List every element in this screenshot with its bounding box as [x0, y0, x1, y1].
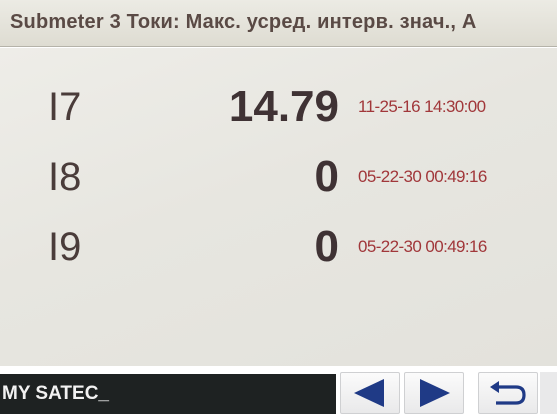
bezel-edge — [540, 372, 557, 414]
page-title: Submeter 3 Токи: Макс. усред. интерв. зн… — [10, 11, 477, 33]
triangle-left-icon — [354, 379, 384, 407]
device-name: MY SATEC_ — [2, 383, 109, 404]
reading-row-i8: I8 0 05-22-30 00:49:16 — [0, 148, 557, 208]
title-bar: Submeter 3 Токи: Макс. усред. интерв. зн… — [0, 0, 557, 47]
readings-panel: I7 14.79 11-25-16 14:30:00 I8 0 05-22-30… — [0, 48, 557, 366]
back-button[interactable] — [478, 372, 538, 414]
reading-row-i9: I9 0 05-22-30 00:49:16 — [0, 218, 557, 278]
meter-display: Submeter 3 Токи: Макс. усред. интерв. зн… — [0, 0, 557, 414]
parameter-timestamp: 05-22-30 00:49:16 — [358, 237, 487, 256]
parameter-label: I9 — [48, 225, 82, 269]
parameter-timestamp: 11-25-16 14:30:00 — [358, 97, 486, 116]
next-button[interactable] — [404, 372, 464, 414]
reading-row-i7: I7 14.79 11-25-16 14:30:00 — [0, 78, 557, 138]
parameter-value: 14.79 — [228, 82, 339, 131]
parameter-value: 0 — [314, 222, 339, 271]
parameter-label: I8 — [48, 155, 82, 199]
previous-button[interactable] — [340, 372, 400, 414]
parameter-value: 0 — [314, 152, 339, 201]
triangle-right-icon — [420, 379, 450, 407]
return-arrow-icon — [490, 381, 526, 405]
parameter-label: I7 — [48, 85, 82, 129]
parameter-timestamp: 05-22-30 00:49:16 — [358, 167, 487, 186]
